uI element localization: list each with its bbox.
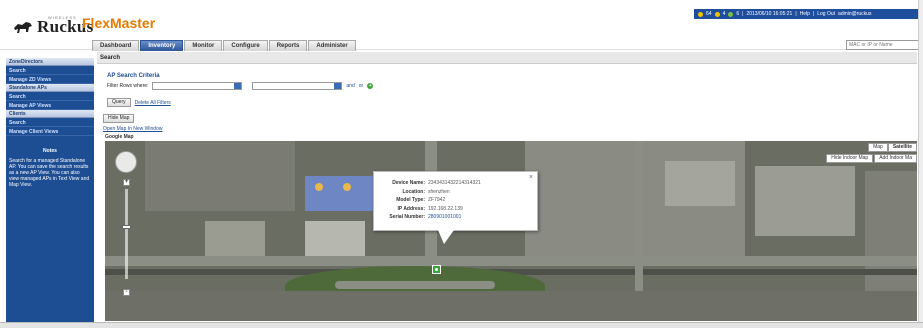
info-label: Device Name: [392, 180, 425, 186]
device-name-value: 2343431432214314321 [428, 180, 481, 186]
sidebar-item-client-search[interactable]: Search [6, 118, 94, 127]
open-map-link[interactable]: Open Map In New Window [103, 126, 162, 132]
tab-monitor[interactable]: Monitor [184, 40, 223, 51]
logo-subtext: WIRELESS [48, 15, 77, 20]
info-row: Serial Number: 280901001001 [374, 213, 531, 222]
map-block [145, 141, 295, 211]
sidebar-item-manage-zd-views[interactable]: Manage ZD Views [6, 75, 94, 84]
tab-configure[interactable]: Configure [223, 40, 268, 51]
filter-label: Filter Rows where: [107, 83, 149, 89]
logout-link[interactable]: Log Out [817, 11, 835, 17]
zoom-control: + - [122, 179, 131, 299]
google-map[interactable]: + - Map Satellite Hide Indoor Map Add In… [105, 141, 917, 321]
datetime: 2013/06/10 16:05:21 [746, 11, 793, 17]
map-building [305, 221, 365, 261]
delete-all-filters-link[interactable]: Delete All Filters [135, 100, 171, 106]
global-search-input[interactable] [846, 40, 920, 50]
zoom-slider-track[interactable] [125, 189, 128, 279]
sidebar-section-standalone-aps: Standalone APs [6, 84, 94, 92]
app-header: Ruckus WIRELESS FlexMaster 64 4 6 | 2013… [0, 0, 923, 51]
filter-field-select[interactable] [152, 82, 243, 90]
map-building [665, 161, 735, 206]
alarm-minor-icon[interactable] [728, 11, 734, 17]
main-nav-tabs: Dashboard Inventory Monitor Configure Re… [92, 40, 356, 51]
notes-text: Search for a managed Standalone AP. You … [9, 158, 90, 188]
ap-info-window: × Device Name: 2343431432214314321 Locat… [373, 171, 538, 244]
info-window-tail [438, 230, 454, 244]
map-block [105, 291, 917, 321]
map-type-control: Map Satellite [868, 143, 917, 152]
sidebar-item-zd-search[interactable]: Search [6, 66, 94, 75]
alarm-count[interactable]: 64 [706, 11, 712, 17]
zoom-in-icon[interactable]: + [123, 179, 130, 186]
satellite-view-button[interactable]: Satellite [887, 143, 917, 152]
alarm-major-icon[interactable] [714, 11, 720, 17]
hide-map-button[interactable]: Hide Map [103, 114, 135, 123]
query-button[interactable]: Query [107, 98, 131, 107]
info-label: Model Type: [396, 197, 425, 203]
zoom-slider-handle[interactable] [122, 225, 131, 229]
sidebar-section-zonedirectors: ZoneDirectors [6, 58, 94, 66]
tab-administer[interactable]: Administer [308, 40, 356, 51]
sidebar-section-clients: Clients [6, 110, 94, 118]
alarm-count[interactable]: 4 [723, 11, 726, 17]
help-link[interactable]: Help [800, 11, 810, 17]
info-label: Location: [402, 188, 426, 195]
sidebar: ZoneDirectors Search Manage ZD Views Sta… [6, 58, 94, 322]
ap-marker-icon[interactable] [432, 265, 441, 274]
blue-roof-building [305, 176, 375, 211]
location-value: shenzhen [428, 188, 450, 195]
tab-inventory[interactable]: Inventory [140, 40, 184, 51]
map-feature [315, 183, 323, 191]
section-title: Search [97, 52, 917, 64]
zoom-out-icon[interactable]: - [123, 289, 130, 296]
sidebar-item-manage-ap-views[interactable]: Manage AP Views [6, 101, 94, 110]
map-view-button[interactable]: Map [868, 143, 888, 152]
filter-value-select[interactable] [252, 82, 343, 90]
info-row: Device Name: 2343431432214314321 [374, 179, 531, 188]
map-road [335, 281, 495, 289]
query-row: Query Delete All Filters [107, 98, 171, 107]
app-title: FlexMaster [82, 15, 156, 31]
horizontal-scrollbar[interactable] [0, 322, 923, 328]
sidebar-item-manage-client-views[interactable]: Manage Client Views [6, 127, 94, 136]
hide-indoor-map-button[interactable]: Hide Indoor Map [826, 154, 874, 163]
map-feature [343, 183, 351, 191]
or-option[interactable]: or [359, 83, 363, 89]
user-name: admin@ruckus [838, 11, 872, 17]
info-row: IP Address: 192.168.22.139 [374, 205, 531, 214]
serial-number-link[interactable]: 280901001001 [428, 213, 461, 222]
and-option[interactable]: and [346, 83, 354, 89]
info-row: Location: shenzhen [374, 188, 531, 197]
close-icon[interactable]: × [529, 174, 533, 181]
info-label: Serial Number: [389, 214, 425, 220]
sidebar-item-ap-search[interactable]: Search [6, 92, 94, 101]
map-road [105, 256, 917, 266]
tab-dashboard[interactable]: Dashboard [92, 40, 140, 51]
filter-row: Filter Rows where: and or + [107, 82, 374, 90]
vertical-scrollbar[interactable] [918, 0, 923, 322]
indoor-map-control: Hide Indoor Map Add Indoor Ma [826, 154, 917, 163]
add-indoor-map-button[interactable]: Add Indoor Ma [874, 154, 917, 163]
alarm-critical-icon[interactable] [698, 11, 703, 17]
google-map-label: Google Map [105, 134, 134, 140]
ruckus-dog-icon [14, 22, 32, 33]
info-row: Model Type: ZF7942 [374, 196, 531, 205]
pan-control-icon[interactable] [115, 151, 137, 173]
model-type-value: ZF7942 [428, 197, 446, 203]
add-filter-icon[interactable]: + [367, 83, 374, 89]
tab-reports[interactable]: Reports [268, 40, 308, 51]
map-building [755, 166, 855, 236]
criteria-title: AP Search Criteria [107, 73, 160, 79]
status-bar: 64 4 6 | 2013/06/10 16:05:21 | Help | Lo… [694, 9, 923, 19]
ip-address-value: 192.168.22.139 [428, 205, 463, 212]
info-label: IP Address: [397, 205, 425, 212]
alarm-count[interactable]: 6 [736, 11, 739, 17]
